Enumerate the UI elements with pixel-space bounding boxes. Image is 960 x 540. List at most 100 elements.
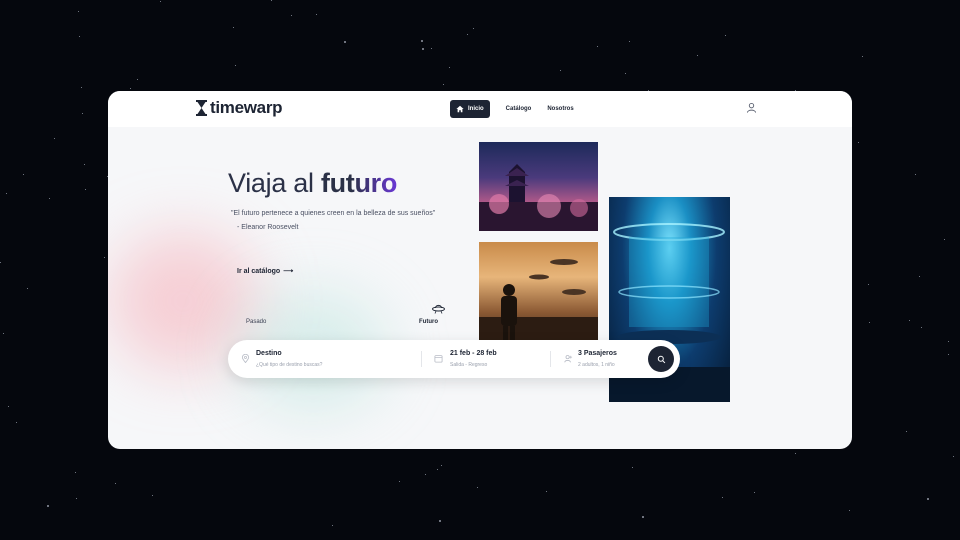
star [915, 174, 916, 175]
brand-logo[interactable]: timewarp [196, 98, 283, 118]
star [944, 239, 945, 240]
hero-image-pagoda [479, 142, 598, 231]
nav-item-inicio[interactable]: Inicio [450, 100, 490, 118]
star [754, 492, 755, 493]
passengers-value: 3 Pasajeros [578, 350, 617, 357]
star [8, 406, 9, 407]
divider [421, 351, 422, 367]
calendar-icon [434, 355, 443, 363]
star [632, 467, 633, 468]
star [443, 84, 444, 85]
star [642, 516, 644, 518]
star [271, 0, 272, 1]
location-pin-icon [241, 354, 250, 363]
star [421, 40, 423, 42]
star [439, 520, 441, 522]
star [722, 497, 723, 498]
star [849, 510, 850, 511]
star [84, 164, 85, 165]
hero-quote-author: - Eleanor Roosevelt [237, 224, 299, 231]
star [23, 174, 24, 175]
star [795, 453, 796, 454]
arrow-right-icon: ⟶ [283, 268, 294, 275]
catalog-link-label: Ir al catálogo [237, 267, 281, 275]
star [437, 469, 438, 470]
hero-title-plain: Viaja al [228, 168, 314, 198]
star [948, 341, 949, 342]
star [49, 198, 50, 199]
star [0, 262, 1, 263]
star [425, 474, 426, 475]
star [76, 498, 77, 499]
trip-search-bar: Destino ¿Qué tipo de destino buscas? 21 … [228, 340, 680, 378]
passengers-field[interactable]: 3 Pasajeros 2 adultos, 1 niño [558, 340, 643, 378]
nav-item-catalogo[interactable]: Catálogo [506, 106, 532, 112]
star [130, 88, 131, 89]
main-nav: Inicio Catálogo Nosotros [450, 100, 574, 118]
hero-quote: "El futuro pertenece a quienes creen en … [231, 210, 436, 217]
divider [550, 351, 551, 367]
star [291, 15, 292, 16]
star [948, 354, 949, 355]
star [78, 11, 79, 12]
nav-item-nosotros[interactable]: Nosotros [547, 106, 573, 112]
add-person-icon [564, 355, 573, 363]
star [560, 70, 561, 71]
star [546, 491, 547, 492]
star [625, 73, 626, 74]
star [906, 431, 907, 432]
hourglass-icon [196, 100, 207, 116]
star [82, 113, 83, 114]
star [344, 41, 346, 43]
catalog-link[interactable]: Ir al catálogo ⟶ [237, 267, 294, 276]
star [137, 79, 138, 80]
destination-field[interactable]: Destino ¿Qué tipo de destino buscas? [228, 340, 418, 378]
hero-title-highlight: futuro [320, 168, 398, 198]
star [233, 27, 234, 28]
star [332, 525, 333, 526]
passengers-sub-label: 2 adultos, 1 niño [578, 362, 615, 368]
star [725, 35, 726, 36]
star [16, 422, 17, 423]
hero-title: Viaja al futuro [228, 168, 397, 199]
search-button[interactable] [648, 346, 674, 372]
nav-item-label: Catálogo [505, 106, 532, 112]
nav-item-label: Inicio [468, 106, 484, 112]
star [399, 481, 400, 482]
star [869, 322, 870, 323]
star [858, 142, 859, 143]
star [81, 87, 82, 88]
star [85, 189, 86, 190]
star [316, 14, 317, 15]
star [152, 495, 153, 496]
star [697, 55, 698, 56]
star [449, 67, 450, 68]
ufo-icon [432, 304, 445, 314]
star [3, 333, 4, 334]
star [235, 65, 236, 66]
dates-field[interactable]: 21 feb - 28 feb Salida - Regreso [428, 340, 548, 378]
star [104, 257, 105, 258]
home-icon [456, 105, 464, 113]
star [75, 472, 76, 473]
search-icon [657, 355, 665, 363]
hero-image-spacecraft [479, 242, 598, 342]
time-option-past[interactable]: Pasado [246, 319, 266, 325]
destination-placeholder: ¿Qué tipo de destino buscas? [256, 362, 323, 368]
time-option-future[interactable]: Futuro [419, 319, 438, 325]
dates-value: 21 feb - 28 feb [450, 350, 497, 357]
star [431, 48, 432, 49]
star [953, 456, 954, 457]
star [919, 276, 920, 277]
star [597, 46, 598, 47]
star [54, 138, 55, 139]
brand-name: timewarp [210, 98, 283, 117]
app-window: timewarp Inicio Catálogo Nosotros Viaja … [108, 91, 852, 449]
star [473, 28, 474, 29]
star [441, 465, 442, 466]
dates-sub-label: Salida - Regreso [450, 362, 488, 368]
star [467, 34, 468, 35]
destination-label: Destino [256, 350, 282, 357]
star [868, 284, 869, 285]
user-icon[interactable] [746, 102, 757, 113]
